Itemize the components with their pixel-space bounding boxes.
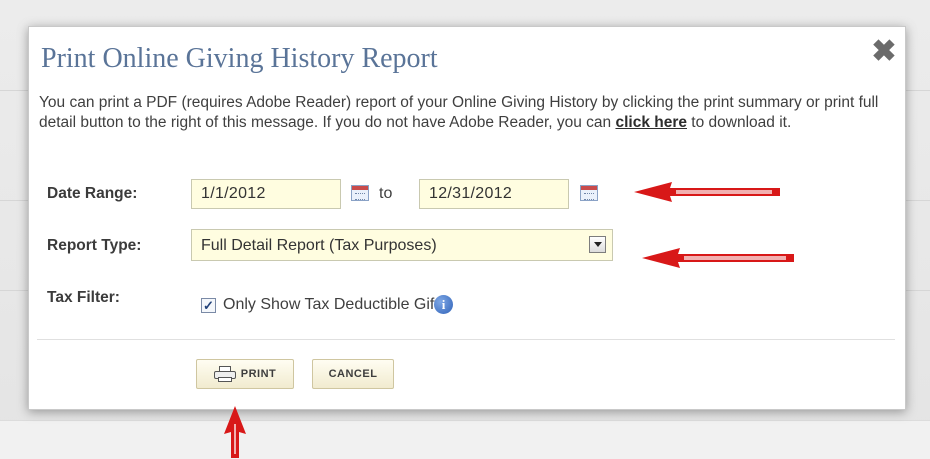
printer-icon xyxy=(213,366,236,382)
tax-filter-label: Tax Filter: xyxy=(47,289,120,306)
background-footer xyxy=(0,420,930,459)
cancel-button[interactable]: CANCEL xyxy=(312,359,394,389)
tax-deductible-option-label[interactable]: Only Show Tax Deductible Gifts xyxy=(223,296,447,314)
print-button[interactable]: PRINT xyxy=(196,359,294,389)
instructions-text-end: to download it. xyxy=(687,114,792,131)
annotation-arrow-date-range xyxy=(634,182,780,202)
report-type-label: Report Type: xyxy=(47,237,142,254)
close-icon[interactable]: ✖ xyxy=(871,37,897,67)
tax-deductible-checkbox[interactable]: ✓ xyxy=(201,298,216,313)
dialog-divider xyxy=(37,339,895,340)
date-range-separator: to xyxy=(379,185,393,202)
calendar-icon[interactable] xyxy=(580,185,598,201)
download-reader-link[interactable]: click here xyxy=(615,114,687,131)
print-report-dialog: Print Online Giving History Report ✖ You… xyxy=(28,26,906,410)
print-button-label: PRINT xyxy=(240,368,277,380)
dialog-instructions: You can print a PDF (requires Adobe Read… xyxy=(39,93,889,133)
end-date-input[interactable]: 12/31/2012 xyxy=(419,179,569,209)
dialog-title: Print Online Giving History Report xyxy=(41,43,438,74)
date-range-label: Date Range: xyxy=(47,185,138,202)
report-type-select[interactable]: Full Detail Report (Tax Purposes) xyxy=(191,229,613,261)
chevron-down-icon[interactable] xyxy=(589,236,606,253)
calendar-icon[interactable] xyxy=(351,185,369,201)
info-icon[interactable]: i xyxy=(434,295,453,314)
annotation-arrow-print-button xyxy=(224,406,246,458)
annotation-arrow-report-type xyxy=(642,248,794,268)
start-date-input[interactable]: 1/1/2012 xyxy=(191,179,341,209)
report-type-value: Full Detail Report (Tax Purposes) xyxy=(201,237,437,254)
